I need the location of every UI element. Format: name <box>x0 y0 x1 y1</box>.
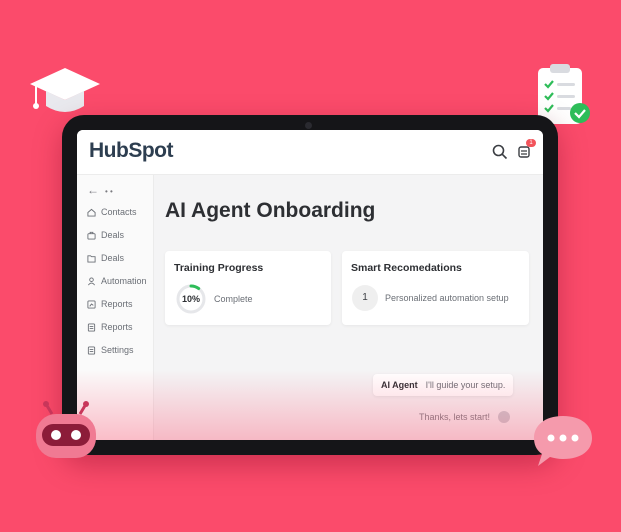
sidebar-item-deals-2[interactable]: Deals <box>87 253 124 263</box>
ai-chat-bubble: AI Agent I'll guide your setup. <box>373 374 514 396</box>
chat-bubble-icon <box>534 416 592 466</box>
sidebar-item-deals[interactable]: Deals <box>87 230 124 240</box>
notification-badge: 1 <box>526 139 536 147</box>
sidebar-item-label: Settings <box>101 345 134 355</box>
home-icon <box>87 208 96 217</box>
briefcase-icon <box>87 231 96 240</box>
ai-message: I'll guide your setup. <box>425 380 506 390</box>
search-icon[interactable] <box>491 143 509 161</box>
page-title: AI Agent Onboarding <box>165 199 376 222</box>
main-content: AI Agent Onboarding Training Progress 10… <box>154 175 543 440</box>
back-arrow-icon[interactable]: ← <box>87 183 99 197</box>
user-avatar <box>498 411 511 423</box>
camera <box>305 122 312 129</box>
nav-arrows: ← • • <box>87 183 119 197</box>
tablet-frame: HubSpot 1 ← • • Contacts Deals Deals Aut… <box>62 115 558 455</box>
person-icon <box>87 276 96 285</box>
sidebar-item-label: Automation <box>101 276 147 286</box>
notifications-button[interactable]: 1 <box>515 139 536 161</box>
sidebar-item-reports[interactable]: Reports <box>87 299 133 309</box>
more-icon[interactable]: • • <box>105 187 113 196</box>
sidebar-item-reports-2[interactable]: Reports <box>87 322 133 332</box>
sidebar-item-settings[interactable]: Settings <box>87 345 134 355</box>
sidebar-item-label: Contacts <box>101 207 137 217</box>
hubspot-logo[interactable]: HubSpot <box>89 139 173 163</box>
card-title: Smart Recomedations <box>351 262 462 274</box>
sidebar-item-contacts[interactable]: Contacts <box>87 207 137 217</box>
sidebar-item-label: Reports <box>101 322 133 332</box>
document-icon <box>87 322 96 332</box>
user-message: Thanks, lets start! <box>419 412 491 422</box>
recommendation-text[interactable]: Personalized automation setup <box>385 293 509 303</box>
sidebar-item-label: Deals <box>101 230 125 240</box>
graduation-cap-icon <box>30 68 100 112</box>
sidebar-item-automation[interactable]: Automation <box>87 276 147 286</box>
training-progress-card[interactable]: Training Progress 10% Complete <box>165 251 331 325</box>
progress-status: Complete <box>214 294 253 304</box>
card-title: Training Progress <box>174 262 264 274</box>
sidebar-item-label: Reports <box>101 299 133 309</box>
smart-recommendations-card[interactable]: Smart Recomedations 1 Personalized autom… <box>342 251 529 325</box>
sidebar-item-label: Deals <box>101 253 125 263</box>
top-bar: HubSpot 1 <box>77 130 543 175</box>
chart-icon <box>87 299 96 309</box>
ai-name: AI Agent <box>381 380 418 390</box>
user-chat-message: Thanks, lets start! <box>419 411 511 423</box>
app-screen: HubSpot 1 ← • • Contacts Deals Deals Aut… <box>77 130 543 440</box>
document-icon <box>87 345 96 355</box>
progress-percent: 10% <box>181 294 200 304</box>
folder-icon <box>87 254 96 263</box>
robot-icon <box>36 401 96 458</box>
brand-name: HubSpot <box>89 139 173 162</box>
recommendation-number: 1 <box>352 285 378 311</box>
